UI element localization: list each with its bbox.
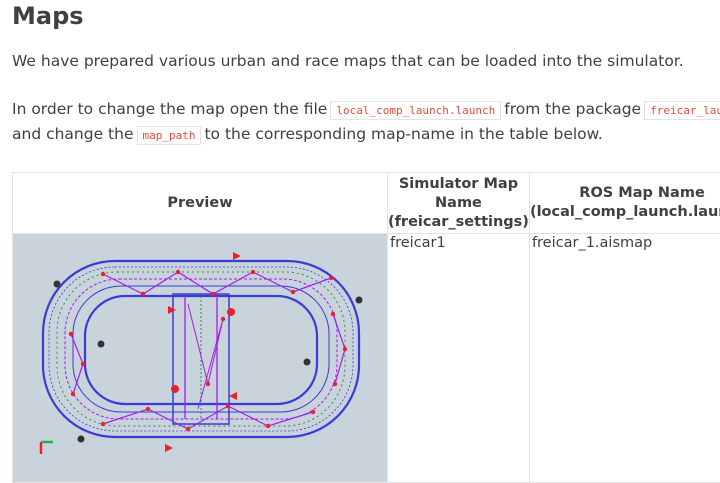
track-map-graphic bbox=[13, 234, 387, 482]
cell-simulator-map-name: freicar1 bbox=[388, 234, 530, 483]
table-row: freicar1 freicar_1.aismap bbox=[13, 234, 720, 483]
cell-ros-map-name: freicar_1.aismap bbox=[529, 234, 720, 483]
map-preview-image bbox=[13, 234, 387, 482]
instruction-text-4: to the corresponding map-name in the tab… bbox=[204, 125, 602, 143]
header-sim-line-2: Name bbox=[388, 194, 529, 213]
intro-paragraph: We have prepared various urban and race … bbox=[12, 49, 684, 73]
package-code: freicar_launch bbox=[644, 101, 720, 120]
instruction-line-1: In order to change the map open the file… bbox=[12, 97, 720, 123]
maps-table: Preview Simulator Map Name (freicar_sett… bbox=[12, 172, 720, 483]
header-preview: Preview bbox=[13, 173, 388, 234]
preview-cell bbox=[13, 234, 388, 483]
instruction-line-2: and change themap_pathto the correspondi… bbox=[12, 122, 603, 148]
map-path-code: map_path bbox=[137, 126, 202, 145]
page-title: Maps bbox=[12, 0, 84, 32]
header-simulator-map-name: Simulator Map Name (freicar_settings) bbox=[388, 173, 530, 234]
header-ros-line-1: ROS Map Name bbox=[530, 184, 720, 203]
header-sim-line-1: Simulator Map bbox=[388, 175, 529, 194]
header-ros-map-name: ROS Map Name (local_comp_launch.launch) bbox=[529, 173, 720, 234]
instruction-text-3: and change the bbox=[12, 125, 134, 143]
header-ros-line-2: (local_comp_launch.launch) bbox=[530, 203, 720, 222]
header-sim-line-3: (freicar_settings) bbox=[388, 213, 529, 232]
table-header-row: Preview Simulator Map Name (freicar_sett… bbox=[13, 173, 720, 234]
instruction-text-1: In order to change the map open the file bbox=[12, 100, 327, 118]
launch-file-code: local_comp_launch.launch bbox=[330, 101, 501, 120]
instruction-text-2: from the package bbox=[504, 100, 641, 118]
intro-text: We have prepared various urban and race … bbox=[12, 52, 684, 70]
